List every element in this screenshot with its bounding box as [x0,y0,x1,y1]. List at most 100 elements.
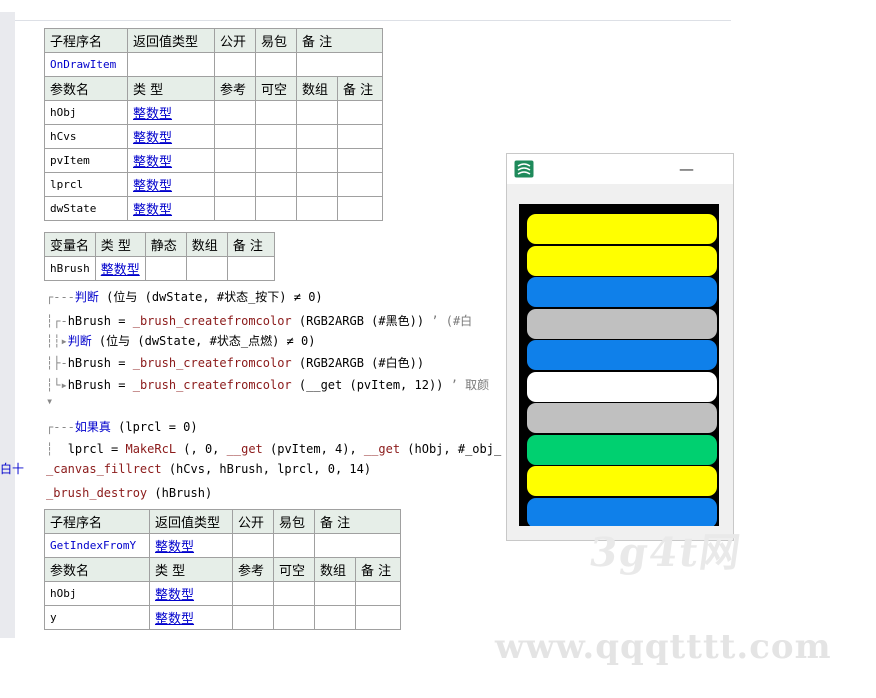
table-row: pvItem 整数型 [44,148,383,173]
var-array-cell[interactable] [185,256,228,281]
return-type-link[interactable]: 整数型 [149,533,233,558]
param-array-cell[interactable] [296,148,338,173]
function-name: _brush_destroy [46,486,148,500]
param-nullable-cell[interactable] [255,148,297,173]
window-titlebar[interactable]: — [507,154,733,184]
header-param-type: 类 型 [127,76,215,101]
param-name-cell[interactable]: y [44,605,150,630]
watermark-url: www.qqqtttt.com [495,627,832,667]
header-var-remark: 备 注 [226,232,275,257]
param-nullable-cell[interactable] [255,196,297,221]
function-name: _canvas_fillrect [46,462,162,476]
param-type-link[interactable]: 整数型 [127,148,215,173]
param-remark-cell[interactable] [337,196,383,221]
param-type-link[interactable]: 整数型 [127,196,215,221]
minimize-button[interactable]: — [679,160,694,178]
keyword: 如果真 [74,420,111,434]
param-array-cell[interactable] [296,124,338,149]
param-reference-cell[interactable] [232,605,274,630]
local-variables-table: 变量名 类 型 静态 数组 备 注 hBrush 整数型 [44,232,275,281]
param-type-link[interactable]: 整数型 [127,172,215,197]
code-line-7[interactable]: ┆ lprcl = MakeRcL (, 0, __get (pvItem, 4… [46,442,501,457]
param-nullable-cell[interactable] [273,605,315,630]
header-reference: 参考 [232,557,274,582]
param-type-link[interactable]: 整数型 [149,581,233,606]
param-nullable-cell[interactable] [273,581,315,606]
param-name-cell[interactable]: pvItem [44,148,128,173]
package-cell[interactable] [255,52,297,77]
code-line-1[interactable]: ┌---判断 (位与 (dwState, #状态_按下) ≠ 0) [46,290,323,305]
param-reference-cell[interactable] [214,148,256,173]
list-item[interactable] [527,277,717,307]
code-line-3[interactable]: ┆┆▸判断 (位与 (dwState, #状态_点燃) ≠ 0) [46,334,315,349]
var-static-cell[interactable] [144,256,187,281]
param-nullable-cell[interactable] [255,124,297,149]
list-item[interactable] [527,434,717,465]
header-remark: 备 注 [314,509,401,534]
code-text: (hCvs, hBrush, lprcl, 0, 14) [161,462,372,476]
param-array-cell[interactable] [296,172,338,197]
param-reference-cell[interactable] [214,124,256,149]
list-item[interactable] [527,340,717,370]
table-row: hObj 整数型 [44,581,401,606]
param-name-cell[interactable]: lprcl [44,172,128,197]
list-item[interactable] [527,371,717,402]
package-cell[interactable] [273,533,315,558]
code-line-5[interactable]: ┆└▸hBrush = _brush_createfromcolor (__ge… [46,378,489,393]
param-array-cell[interactable] [296,196,338,221]
param-reference-cell[interactable] [232,581,274,606]
function-name: _brush_createfromcolor [132,356,292,370]
subroutine-table-getindexfromy: 子程序名 返回值类型 公开 易包 备 注 GetIndexFromY 整数型 参… [44,509,401,630]
param-type-link[interactable]: 整数型 [127,124,215,149]
header-static: 静态 [144,232,187,257]
list-item[interactable] [527,466,717,496]
param-name-cell[interactable]: hCvs [44,124,128,149]
subroutine-name-cell[interactable]: OnDrawItem [44,52,128,77]
code-text: lprcl = [67,442,126,456]
param-nullable-cell[interactable] [255,100,297,125]
list-item[interactable] [527,245,717,276]
return-type-cell[interactable] [127,52,215,77]
code-line-8[interactable]: _canvas_fillrect (hCvs, hBrush, lprcl, 0… [46,462,371,477]
code-text: (hObj, #_obj_ [400,442,502,456]
list-item[interactable] [527,403,717,433]
code-line-4[interactable]: ┆├-hBrush = _brush_createfromcolor (RGB2… [46,356,424,371]
param-reference-cell[interactable] [214,196,256,221]
var-type-link[interactable]: 整数型 [94,256,146,281]
param-name-cell[interactable]: dwState [44,196,128,221]
param-name-cell[interactable]: hObj [44,100,128,125]
param-array-cell[interactable] [314,605,356,630]
param-array-cell[interactable] [314,581,356,606]
code-line-6[interactable]: ┌---如果真 (lprcl = 0) [46,420,198,435]
param-remark-cell[interactable] [337,100,383,125]
param-array-cell[interactable] [296,100,338,125]
header-param-name: 参数名 [44,76,128,101]
header-var-type: 类 型 [94,232,146,257]
param-reference-cell[interactable] [214,100,256,125]
remark-cell[interactable] [296,52,383,77]
param-type-link[interactable]: 整数型 [149,605,233,630]
keyword: 判断 [74,290,99,304]
param-remark-cell[interactable] [355,605,401,630]
subroutine-name-cell[interactable]: GetIndexFromY [44,533,150,558]
owner-drawn-list[interactable] [519,204,719,526]
param-remark-cell[interactable] [337,148,383,173]
list-item[interactable] [527,214,717,244]
public-cell[interactable] [232,533,274,558]
code-line-2[interactable]: ┆┌-hBrush = _brush_createfromcolor (RGB2… [46,314,472,329]
param-remark-cell[interactable] [355,581,401,606]
param-type-link[interactable]: 整数型 [127,100,215,125]
param-remark-cell[interactable] [337,172,383,197]
remark-cell[interactable] [314,533,401,558]
list-item[interactable] [527,308,717,339]
var-remark-cell[interactable] [226,256,275,281]
code-line-9[interactable]: _brush_destroy (hBrush) [46,486,212,501]
param-name-cell[interactable]: hObj [44,581,150,606]
param-remark-cell[interactable] [337,124,383,149]
function-name: __get [226,442,263,456]
public-cell[interactable] [214,52,256,77]
var-name-cell[interactable]: hBrush [44,256,96,281]
param-nullable-cell[interactable] [255,172,297,197]
margin-text: 白十 [0,462,25,476]
param-reference-cell[interactable] [214,172,256,197]
